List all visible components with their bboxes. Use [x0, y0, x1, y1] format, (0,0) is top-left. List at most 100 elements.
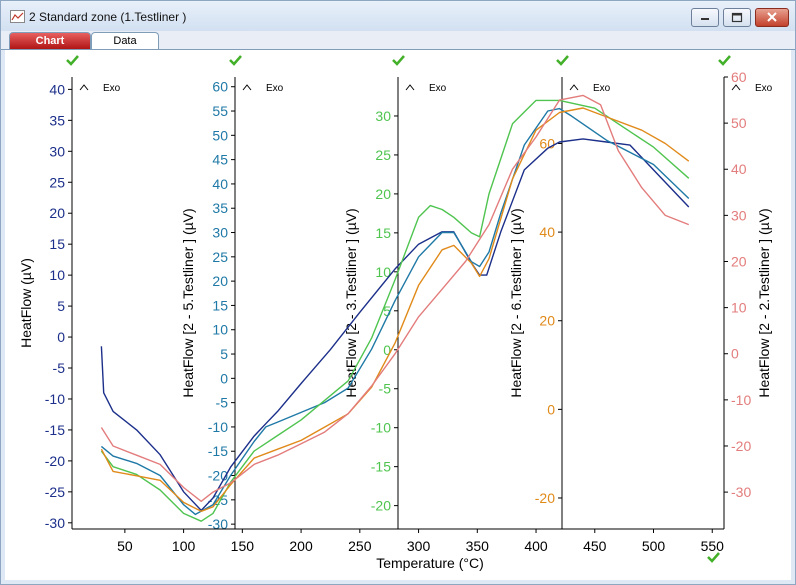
y-axis-4-tick-label-5: 10: [731, 300, 747, 316]
y-axis-1-tick-label-2: 50: [212, 127, 228, 143]
y-axis-4-tick-label-0: 60: [731, 69, 747, 85]
exo-label-0: Exo: [103, 83, 121, 94]
window-title: 2 Standard zone (1.Testliner ): [29, 10, 187, 24]
maximize-button[interactable]: [723, 8, 751, 27]
check-icon-3: [556, 55, 569, 66]
y-axis-4-tick-label-4: 20: [731, 253, 747, 269]
y-axis-2-tick-label-9: -15: [371, 459, 391, 475]
y-axis-1-tick-label-4: 40: [212, 176, 228, 192]
y-axis-1-tick-label-11: 5: [220, 346, 228, 362]
y-axis-2-tick-label-7: -5: [379, 381, 392, 397]
y-axis-4-tick-label-8: -20: [731, 438, 751, 454]
tab-chart[interactable]: Chart: [9, 32, 91, 49]
y-axis-0-tick-label-11: -15: [45, 422, 65, 438]
y-axis-1-tick-label-10: 10: [212, 322, 228, 338]
close-icon: [767, 12, 777, 22]
y-axis-3-title: HeatFlow [2 - 6.Testliner ] (µV): [508, 208, 524, 397]
heatflow-chart: 4035302520151050-5-10-15-20-25-30HeatFlo…: [18, 55, 773, 571]
y-axis-2-tick-label-6: 0: [383, 342, 391, 358]
chart-window: 2 Standard zone (1.Testliner ) Chart Dat…: [0, 0, 796, 585]
y-axis-4-tick-label-9: -30: [731, 484, 751, 500]
check-icon-bottom: [707, 552, 720, 563]
x-axis-tick-label-9: 500: [642, 538, 666, 554]
y-axis-0-tick-label-8: 0: [57, 329, 65, 345]
y-axis-2-tick-label-0: 30: [375, 108, 391, 124]
y-axis-0-tick-label-1: 35: [49, 112, 65, 128]
y-axis-1-tick-label-15: -15: [208, 443, 228, 459]
y-axis-1-tick-label-8: 20: [212, 273, 228, 289]
x-axis-tick-label-1: 100: [172, 538, 196, 554]
y-axis-0-tick-label-14: -30: [45, 515, 65, 531]
tab-data[interactable]: Data: [91, 32, 159, 49]
y-axis-1-title: HeatFlow [2 - 5.Testliner ] (µV): [180, 208, 196, 397]
x-axis-tick-label-5: 300: [407, 538, 431, 554]
y-axis-0-tick-label-12: -20: [45, 453, 65, 469]
y-axis-1-tick-label-5: 35: [212, 200, 228, 216]
check-icon-0: [66, 55, 79, 66]
y-axis-0-tick-label-5: 15: [49, 236, 65, 252]
chart-app-icon: [10, 10, 25, 23]
exo-label-1: Exo: [266, 83, 284, 94]
y-axis-1-tick-label-13: -5: [216, 395, 229, 411]
y-axis-0-tick-label-0: 40: [49, 81, 65, 97]
y-axis-1-tick-label-3: 45: [212, 152, 228, 168]
x-axis-title: Temperature (°C): [376, 555, 484, 571]
tab-strip: Chart Data: [1, 31, 795, 50]
close-button[interactable]: [755, 8, 789, 27]
x-axis-tick-label-0: 50: [117, 538, 133, 554]
y-axis-2-tick-label-8: -10: [371, 420, 391, 436]
y-axis-1-tick-label-12: 0: [220, 370, 228, 386]
minimize-button[interactable]: [691, 8, 719, 27]
y-axis-3-tick-label-1: 40: [539, 224, 555, 240]
x-axis-tick-label-3: 200: [289, 538, 313, 554]
y-axis-0-tick-label-7: 5: [57, 298, 65, 314]
exo-arrow-icon-1: [242, 84, 252, 91]
y-axis-2-tick-label-3: 15: [375, 225, 391, 241]
y-axis-0-tick-label-6: 10: [49, 267, 65, 283]
y-axis-0-tick-label-9: -5: [53, 360, 66, 376]
y-axis-4-tick-label-7: -10: [731, 392, 751, 408]
x-axis-tick-label-10: 550: [701, 538, 725, 554]
y-axis-2-tick-label-1: 25: [375, 147, 391, 163]
y-axis-3-tick-label-3: 0: [547, 401, 555, 417]
y-axis-0-tick-label-10: -10: [45, 391, 65, 407]
exo-arrow-icon-4: [731, 84, 741, 91]
minimize-icon: [701, 18, 709, 20]
y-axis-1-tick-label-1: 55: [212, 103, 228, 119]
y-axis-3-tick-label-2: 20: [539, 313, 555, 329]
exo-arrow-icon-2: [405, 84, 415, 91]
y-axis-1-tick-label-0: 60: [212, 79, 228, 95]
y-axis-4-tick-label-1: 50: [731, 115, 747, 131]
y-axis-2-tick-label-2: 20: [375, 186, 391, 202]
x-axis-tick-label-6: 350: [466, 538, 490, 554]
x-axis-tick-label-2: 150: [231, 538, 255, 554]
y-axis-2-tick-label-10: -20: [371, 498, 391, 514]
check-icon-1: [229, 55, 242, 66]
y-axis-3-tick-label-4: -20: [535, 490, 555, 506]
title-bar: 2 Standard zone (1.Testliner ): [1, 1, 795, 31]
maximize-icon: [731, 12, 743, 23]
y-axis-1-tick-label-18: -30: [208, 516, 228, 532]
y-axis-4-tick-label-2: 40: [731, 161, 747, 177]
y-axis-4-title: HeatFlow [2 - 2.Testliner ] (µV): [756, 208, 772, 397]
y-axis-1-tick-label-9: 15: [212, 297, 228, 313]
y-axis-1-tick-label-14: -10: [208, 419, 228, 435]
y-axis-0-tick-label-4: 20: [49, 205, 65, 221]
y-axis-0-title: HeatFlow (µV): [18, 258, 34, 348]
exo-label-3: Exo: [593, 83, 611, 94]
y-axis-1-tick-label-7: 25: [212, 249, 228, 265]
y-axis-0-tick-label-13: -25: [45, 484, 65, 500]
y-axis-4-tick-label-3: 30: [731, 207, 747, 223]
exo-arrow-icon-3: [569, 84, 579, 91]
chart-area: 40 35 30 25 20 15 10 5 0 -5 -10 -15 -20 -25 -30 HeatFlo…: [5, 50, 791, 580]
check-icon-2: [392, 55, 405, 66]
exo-label-2: Exo: [429, 83, 447, 94]
check-icon-4: [718, 55, 731, 66]
y-axis-2-title: HeatFlow [2 - 3.Testliner ] (µV): [343, 208, 359, 397]
x-axis-tick-label-7: 400: [524, 538, 548, 554]
y-axis-0-tick-label-2: 30: [49, 143, 65, 159]
x-axis-tick-label-4: 250: [348, 538, 372, 554]
y-axis-1-tick-label-6: 30: [212, 225, 228, 241]
exo-label-4: Exo: [755, 83, 773, 94]
y-axis-0-tick-label-3: 25: [49, 174, 65, 190]
